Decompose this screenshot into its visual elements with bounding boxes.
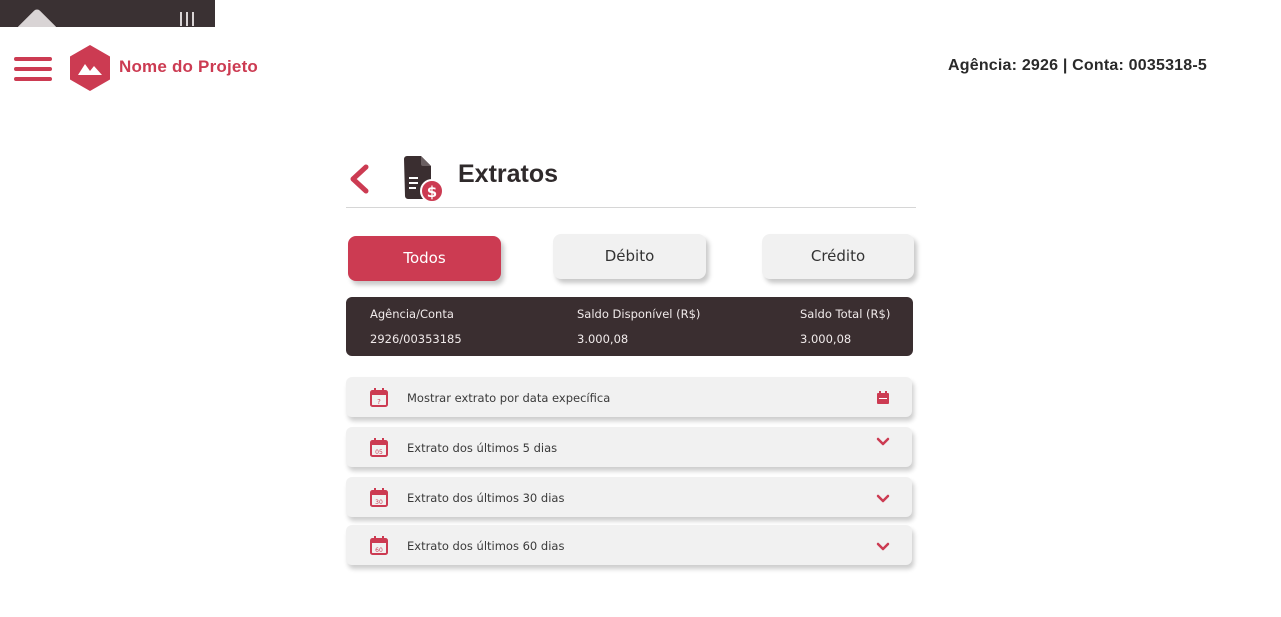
diamond-icon xyxy=(15,7,59,27)
header: Nome do Projeto Agência: 2926 | Conta: 0… xyxy=(0,40,1281,96)
svg-text:$: $ xyxy=(427,183,437,201)
calendar-icon: ? xyxy=(370,388,388,407)
option-specific-date[interactable]: ? Mostrar extrato por data expecífica xyxy=(346,377,912,417)
saldo-total-value: 3.000,08 xyxy=(800,332,852,346)
account-info: Agência: 2926 | Conta: 0035318-5 xyxy=(948,57,1207,74)
tab-todos[interactable]: Todos xyxy=(348,236,501,281)
saldo-disponivel-label: Saldo Disponível (R$) xyxy=(577,307,701,321)
chevron-down-icon[interactable] xyxy=(876,540,890,554)
option-last-5-days[interactable]: 05 Extrato dos últimos 5 dias xyxy=(346,427,912,467)
agencia-conta-label: Agência/Conta xyxy=(370,307,454,321)
svg-text:30: 30 xyxy=(375,499,383,506)
saldo-disponivel-value: 3.000,08 xyxy=(577,332,629,346)
agencia-conta-value: 2926/00353185 xyxy=(370,332,462,346)
option-label: Extrato dos últimos 5 dias xyxy=(407,441,558,455)
tab-debito[interactable]: Débito xyxy=(553,234,706,279)
option-last-60-days[interactable]: 60 Extrato dos últimos 60 dias xyxy=(346,525,912,565)
option-label: Mostrar extrato por data expecífica xyxy=(407,391,611,405)
hamburger-menu-icon[interactable] xyxy=(14,57,52,81)
option-label: Extrato dos últimos 60 dias xyxy=(407,539,565,553)
page-header: $ Extratos xyxy=(346,152,916,208)
calendar-icon[interactable] xyxy=(876,391,890,405)
logo-icon xyxy=(70,45,110,91)
svg-text:05: 05 xyxy=(375,449,383,456)
bars-icon xyxy=(180,12,200,26)
svg-text:?: ? xyxy=(377,398,381,406)
chevron-down-icon[interactable] xyxy=(876,492,890,506)
chevron-down-icon[interactable] xyxy=(876,435,890,449)
calendar-icon: 30 xyxy=(370,488,388,507)
option-label: Extrato dos últimos 30 dias xyxy=(407,491,565,505)
calendar-icon: 60 xyxy=(370,536,388,555)
document-dollar-icon: $ xyxy=(404,156,444,203)
top-strip xyxy=(0,0,215,27)
calendar-icon: 05 xyxy=(370,438,388,457)
saldo-total-label: Saldo Total (R$) xyxy=(800,307,891,321)
page-title: Extratos xyxy=(458,160,559,188)
option-last-30-days[interactable]: 30 Extrato dos últimos 30 dias xyxy=(346,477,912,517)
svg-text:60: 60 xyxy=(375,547,383,554)
project-name[interactable]: Nome do Projeto xyxy=(119,57,258,77)
back-chevron-icon[interactable] xyxy=(346,164,372,194)
account-summary: Agência/Conta Saldo Disponível (R$) Sald… xyxy=(346,297,913,356)
tab-credito[interactable]: Crédito xyxy=(762,234,914,279)
